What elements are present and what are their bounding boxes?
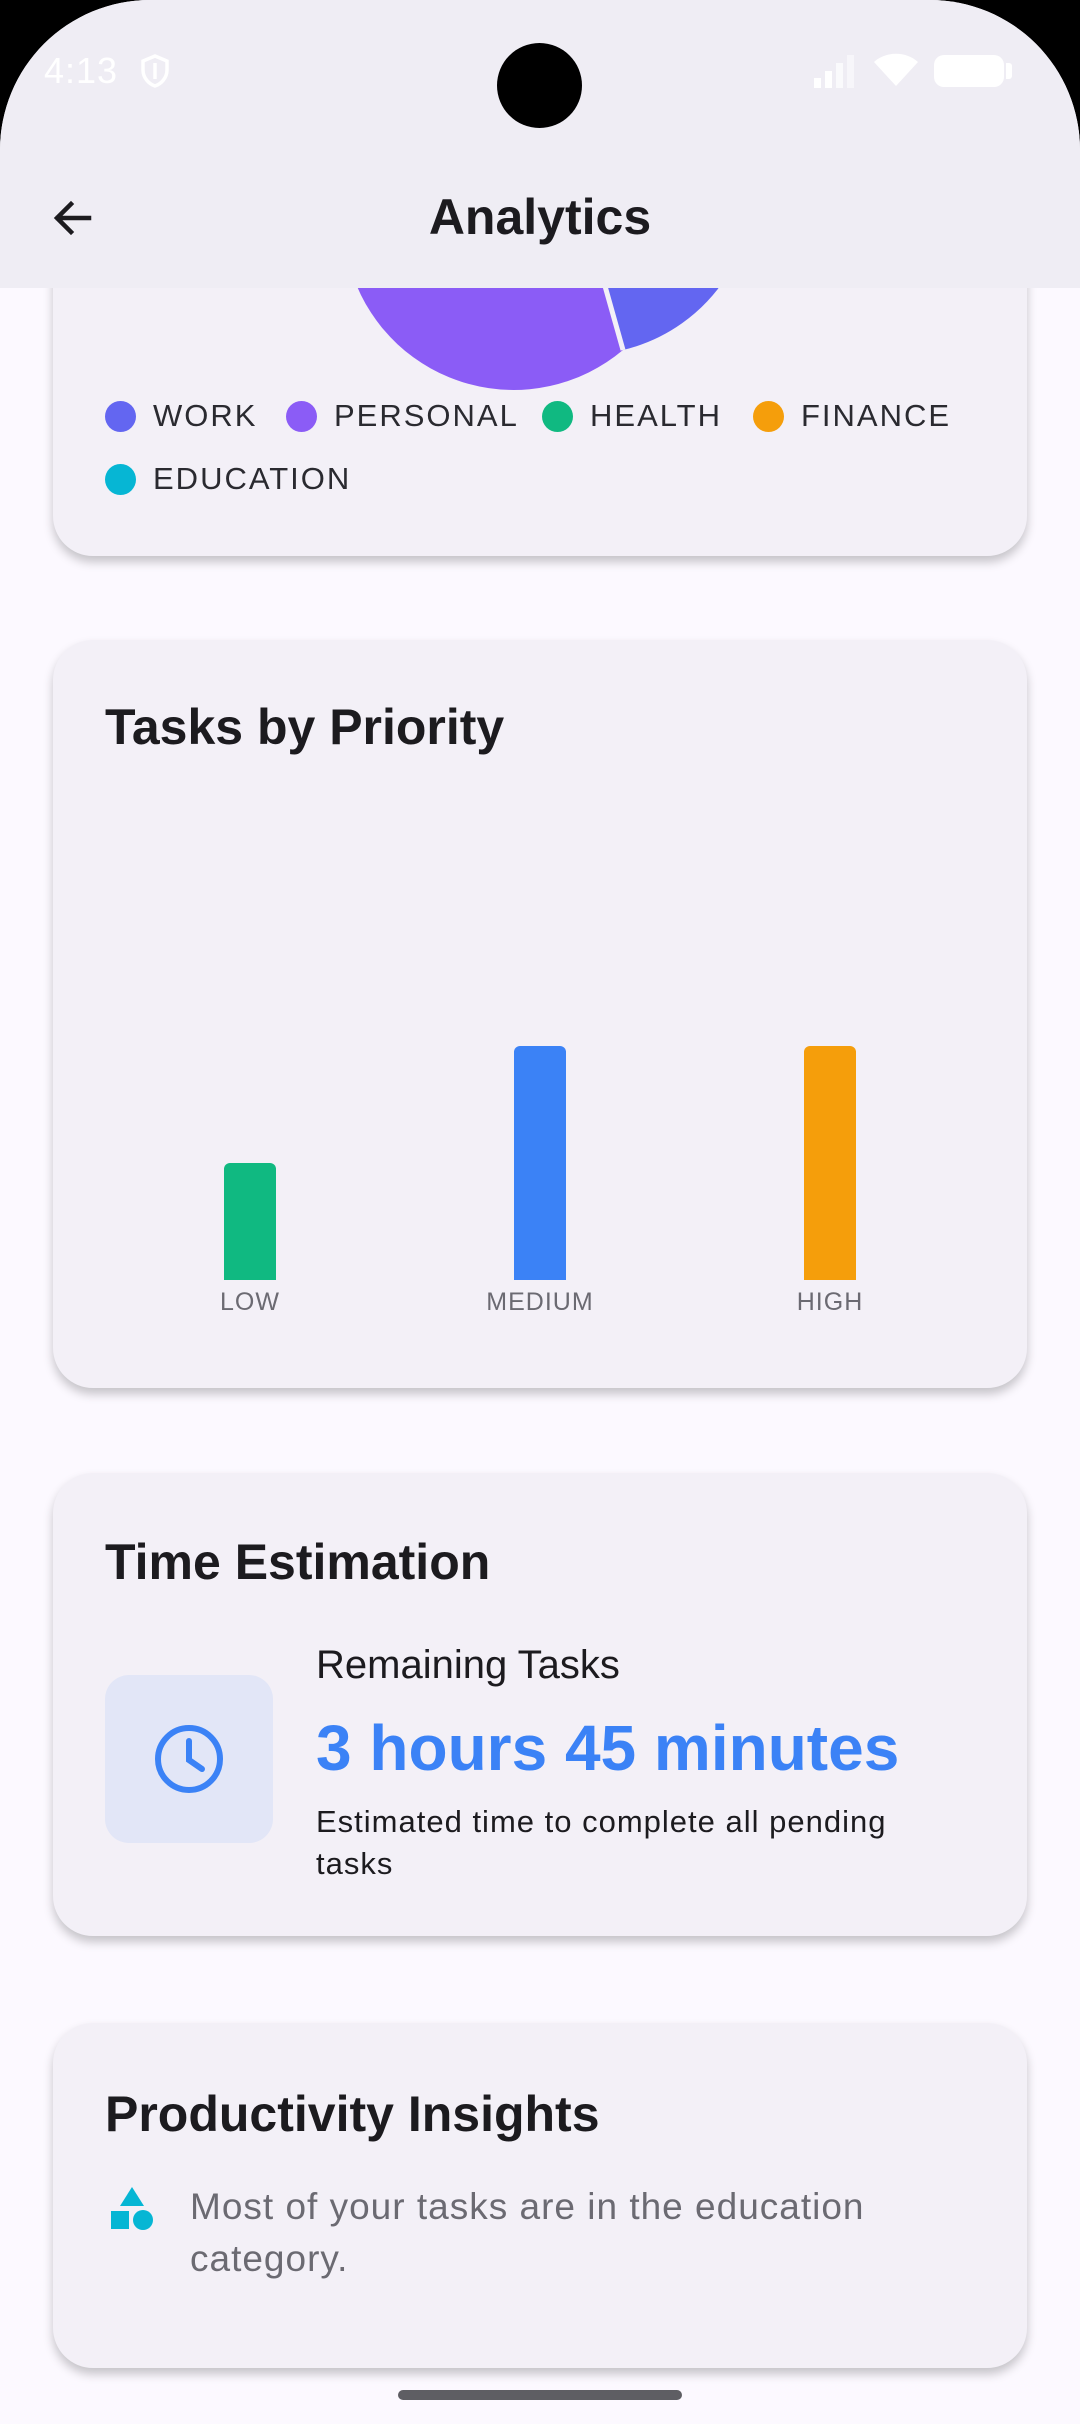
legend-label: FINANCE: [801, 398, 952, 433]
clock-icon: [155, 1725, 223, 1793]
status-bar: 4:13: [0, 0, 1080, 150]
legend-label: WORK: [153, 398, 258, 433]
clock-icon-box: [105, 1675, 273, 1843]
bar-label-low: LOW: [220, 1288, 280, 1316]
legend-item-health: HEALTH: [542, 398, 722, 434]
card-title: Time Estimation: [105, 1534, 491, 1590]
signal-icon: [814, 55, 854, 88]
legend-label: PERSONAL: [334, 398, 519, 433]
legend-dot: [753, 400, 784, 432]
card-title: Productivity Insights: [105, 2086, 600, 2142]
insights-card: Productivity Insights Most of your tasks…: [53, 2023, 1027, 2368]
app-screen: 4:13 Analytics WORK PERSONAL HEALTH FINA…: [0, 0, 1080, 2424]
bar-base-low: [224, 1272, 276, 1280]
battery-icon: [934, 55, 1004, 87]
app-bar: Analytics: [0, 150, 1080, 288]
camera-cutout: [497, 43, 582, 128]
bar-high: [804, 1046, 856, 1280]
home-indicator[interactable]: [398, 2390, 682, 2400]
legend-item-work: WORK: [105, 398, 257, 434]
legend-dot: [105, 400, 136, 432]
status-time: 4:13: [44, 50, 119, 91]
remaining-time-value: 3 hours 45 minutes: [316, 1712, 900, 1784]
remaining-tasks-label: Remaining Tasks: [316, 1643, 620, 1687]
bar-low: [224, 1163, 276, 1280]
legend-item-education: EDUCATION: [105, 461, 351, 497]
bar-base-medium: [514, 1272, 566, 1280]
bar-label-high: HIGH: [796, 1288, 864, 1316]
insight-text: Most of your tasks are in the education …: [190, 2186, 865, 2279]
shield-icon: [141, 54, 169, 88]
bar-base-high: [804, 1272, 856, 1280]
page-title: Analytics: [428, 189, 652, 245]
legend-dot: [105, 463, 136, 495]
legend-item-personal: PERSONAL: [286, 398, 519, 434]
legend-dot: [286, 400, 317, 432]
legend-label: EDUCATION: [153, 461, 352, 496]
legend-dot: [542, 400, 573, 432]
priority-bar-chart: [224, 1046, 856, 1280]
legend-label: HEALTH: [590, 398, 723, 433]
time-description: Estimated time to complete all pending t…: [316, 1804, 887, 1881]
battery-tip: [1006, 63, 1012, 79]
bar-label-medium: MEDIUM: [486, 1288, 594, 1316]
priority-card: Tasks by Priority LOW MEDIUM HIGH: [53, 640, 1027, 1388]
category-shapes-icon: [111, 2187, 153, 2230]
bar-medium: [514, 1046, 566, 1280]
time-estimation-card: Time Estimation Remaining Tasks 3 hours …: [53, 1473, 1027, 1936]
legend-item-finance: FINANCE: [753, 398, 951, 434]
wifi-icon: [874, 53, 918, 86]
